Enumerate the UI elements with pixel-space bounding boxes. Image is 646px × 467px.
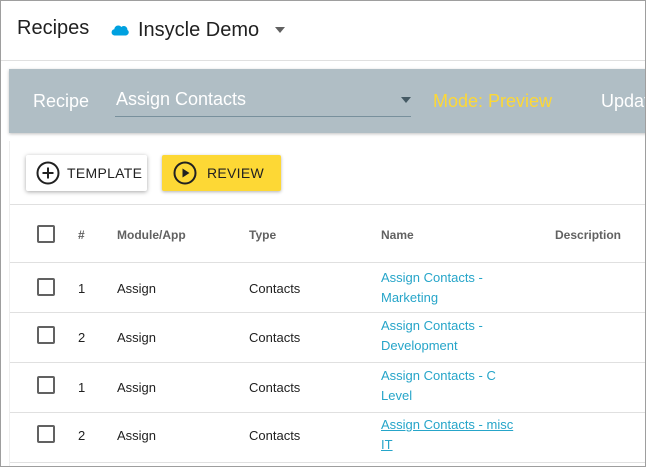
row-type: Contacts [249,330,301,345]
recipe-name-link[interactable]: Assign Contacts - Development [381,316,531,356]
column-header-module[interactable]: Module/App [117,228,186,242]
recipe-name-link[interactable]: Assign Contacts - C Level [381,366,531,406]
app-window: Recipes Insycle Demo Recipe Assign Conta… [0,0,646,467]
row-checkbox[interactable] [37,278,55,296]
column-header-number: # [78,228,85,242]
recipe-name-line2: Marketing [381,290,439,305]
recipe-name-line1: Assign Contacts - misc [381,417,514,432]
row-number: 2 [78,428,86,443]
table-row[interactable]: 2 Assign Contacts Assign Contacts - Deve… [10,313,645,363]
row-type: Contacts [249,380,301,395]
row-module: Assign [117,330,157,345]
add-circle-icon [36,161,60,185]
column-header-name[interactable]: Name [381,228,414,242]
salesforce-cloud-icon [111,25,129,36]
row-module: Assign [117,281,157,296]
recipe-select[interactable]: Assign Contacts [115,83,411,117]
row-number: 1 [78,281,86,296]
update-button[interactable]: Update [601,91,645,112]
recipe-name-link[interactable]: Assign Contacts - misc IT [381,415,531,455]
row-type: Contacts [249,281,301,296]
table-header: # Module/App Type Name Description [10,205,645,263]
row-type: Contacts [249,428,301,443]
row-number: 2 [78,330,86,345]
template-button-label: TEMPLATE [67,165,143,181]
chevron-down-icon [275,27,286,33]
recipe-toolbar: TEMPLATE REVIEW [10,141,645,205]
row-module: Assign [117,428,157,443]
table-row[interactable]: 1 Assign Contacts Assign Contacts - C Le… [10,363,645,413]
review-button-label: REVIEW [207,165,265,181]
column-header-description[interactable]: Description [555,228,621,242]
table-row[interactable]: 2 Assign Contacts Assign Contacts - misc… [10,413,645,463]
recipe-card: TEMPLATE REVIEW # Module/App Type Name D… [9,141,645,466]
recipe-name-line2: Development [381,338,458,353]
select-all-checkbox[interactable] [37,225,55,243]
mode-indicator: Mode: Preview [433,91,553,111]
row-module: Assign [117,380,157,395]
recipe-name-line2: IT [381,437,393,452]
row-number: 1 [78,380,86,395]
top-header: Recipes Insycle Demo [1,1,645,61]
recipe-bar: Recipe Assign Contacts Mode: Preview Upd… [9,69,645,133]
recipe-name-line2: Level [381,388,413,403]
add-template-button[interactable]: TEMPLATE [26,155,147,191]
chevron-down-icon [401,97,411,103]
app-title: Recipes [17,17,90,39]
recipe-name-line1: Assign Contacts - [381,270,483,285]
row-checkbox[interactable] [37,376,55,394]
recipe-select-value: Assign Contacts [116,89,247,109]
row-checkbox[interactable] [37,326,55,344]
org-name: Insycle Demo [138,18,260,41]
recipe-name-line1: Assign Contacts - [381,318,483,333]
org-switcher[interactable]: Insycle Demo [111,15,286,45]
recipe-name-line1: Assign Contacts - C [381,368,496,383]
recipe-name-link[interactable]: Assign Contacts - Marketing [381,268,531,308]
recipe-label: Recipe [33,91,90,111]
review-button[interactable]: REVIEW [162,155,281,191]
play-circle-icon [173,161,197,185]
row-checkbox[interactable] [37,425,55,443]
column-header-type[interactable]: Type [249,228,276,242]
table-row[interactable]: 1 Assign Contacts Assign Contacts - Mark… [10,263,645,313]
